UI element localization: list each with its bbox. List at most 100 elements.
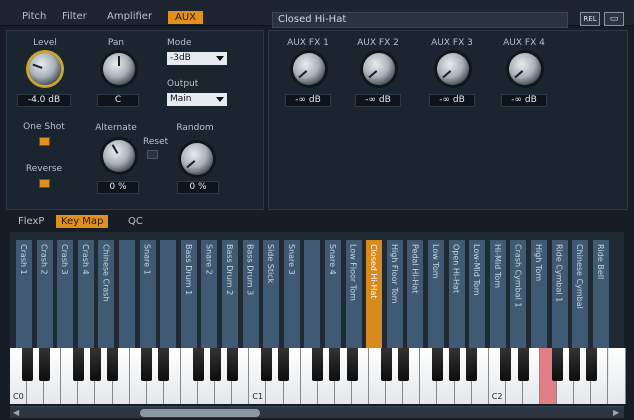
pan-knob[interactable]	[103, 53, 135, 85]
keymap-slot[interactable]: High Floor Tom	[386, 240, 403, 348]
black-key[interactable]	[397, 348, 409, 381]
black-key[interactable]	[72, 348, 84, 381]
aux-fx2-knob[interactable]	[363, 53, 395, 85]
black-key[interactable]	[466, 348, 478, 381]
tab-qc[interactable]: QC	[128, 215, 143, 228]
black-key[interactable]	[278, 348, 290, 381]
keymap-slot-label: Chinese Cymbal	[575, 244, 585, 309]
keymap-slot[interactable]: Low Floor Tom	[345, 240, 362, 348]
pan-value[interactable]: C	[97, 94, 139, 107]
black-key[interactable]	[141, 348, 153, 381]
mode-value: -3dB	[170, 53, 191, 63]
keymap-slot[interactable]: Low Tom	[428, 240, 444, 348]
aux-fx3-value[interactable]: -∞ dB	[429, 94, 475, 107]
keymap-slot[interactable]: Hi-Mid Tom	[489, 240, 506, 348]
keymap-slot[interactable]: High Tom	[531, 240, 547, 348]
keymap-slot[interactable]	[160, 240, 177, 348]
tab-aux[interactable]: AUX	[168, 11, 204, 24]
aux-fx3-knob[interactable]	[437, 53, 469, 85]
keymap-slot[interactable]: Snare 3	[283, 240, 300, 348]
mode-dropdown[interactable]: -3dB	[167, 52, 227, 65]
black-key[interactable]	[346, 348, 358, 381]
keymap-slot[interactable]: Crash 4	[77, 240, 94, 348]
white-key[interactable]	[608, 348, 626, 404]
keymap-slot[interactable]: Bass Drum 2	[222, 240, 238, 348]
keymap-slot[interactable]: Pedal Hi-Hat	[407, 240, 424, 348]
top-tab-bar: Pitch Filter Amplifier AUX Closed Hi-Hat…	[0, 0, 634, 28]
reset-button[interactable]	[147, 150, 158, 159]
random-knob[interactable]	[181, 143, 213, 175]
black-key[interactable]	[192, 348, 204, 381]
keymap-slot[interactable]: Ride Bell	[592, 240, 609, 348]
keymap-slot[interactable]: Low-Mid Tom	[469, 240, 486, 348]
keymap-slot-label: Side Stick	[266, 244, 276, 284]
black-key[interactable]	[568, 348, 580, 381]
keymap-slot[interactable]	[304, 240, 321, 348]
keymap-slot[interactable]: Crash Cymbal 1	[510, 240, 527, 348]
black-key[interactable]	[551, 348, 563, 381]
scroll-thumb[interactable]	[140, 409, 260, 417]
keymap-slot[interactable]: Bass Drum 1	[180, 240, 197, 348]
keymap-slot-label: Crash Cymbal 1	[513, 244, 523, 308]
keymap-slot-label: Snare 3	[286, 244, 296, 275]
black-key[interactable]	[38, 348, 50, 381]
aux-fx1-value[interactable]: -∞ dB	[285, 94, 331, 107]
black-key[interactable]	[585, 348, 597, 381]
aux-fx4-value[interactable]: -∞ dB	[501, 94, 547, 107]
preset-name[interactable]: Closed Hi-Hat	[272, 12, 568, 28]
scroll-left-icon[interactable]: ◀	[13, 409, 21, 417]
output-dropdown[interactable]: Main	[167, 93, 227, 106]
keymap-slot[interactable]: Side Stick	[263, 240, 280, 348]
black-key[interactable]	[261, 348, 272, 381]
keymap-slot-label: Crash 1	[19, 244, 28, 275]
black-key[interactable]	[312, 348, 324, 381]
aux-fx2-value[interactable]: -∞ dB	[355, 94, 401, 107]
black-key[interactable]	[226, 348, 238, 381]
keymap-slot-label: Pedal Hi-Hat	[410, 244, 420, 294]
keymap-slot[interactable]: Crash 3	[57, 240, 74, 348]
keymap-slot[interactable]: Bass Drum 3	[242, 240, 259, 348]
book-icon[interactable]: ▭	[604, 12, 624, 26]
rel-button[interactable]: REL	[580, 12, 600, 26]
aux-fx4-knob[interactable]	[509, 53, 541, 85]
black-key[interactable]	[432, 348, 443, 381]
alternate-knob[interactable]	[103, 140, 135, 172]
tab-flexp[interactable]: FlexP	[18, 215, 44, 228]
random-value[interactable]: 0 %	[177, 181, 219, 194]
tab-key-map[interactable]: Key Map	[56, 215, 109, 228]
level-knob[interactable]	[29, 53, 61, 85]
keymap-slot[interactable]: Open Hi-Hat	[448, 240, 465, 348]
keymap-slot[interactable]: Snare 1	[139, 240, 156, 348]
keymap-slot[interactable]: Chinese Crash	[98, 240, 115, 348]
keymap-slot[interactable]: Chinese Cymbal	[572, 240, 589, 348]
black-key[interactable]	[209, 348, 221, 381]
one-shot-toggle[interactable]	[39, 137, 50, 146]
black-key[interactable]	[107, 348, 119, 381]
level-value[interactable]: -4.0 dB	[17, 94, 71, 107]
aux-fx1-knob[interactable]	[293, 53, 325, 85]
black-key[interactable]	[329, 348, 341, 381]
tab-amplifier[interactable]: Amplifier	[107, 10, 152, 24]
main-panel: Level -4.0 dB Pan C Mode -3dB Output Mai…	[6, 30, 264, 210]
tab-filter[interactable]: Filter	[62, 10, 87, 24]
black-key[interactable]	[517, 348, 529, 381]
keymap-slot[interactable]: Ride Cymbal 1	[551, 240, 568, 348]
black-key[interactable]	[449, 348, 461, 381]
black-key[interactable]	[380, 348, 392, 381]
keymap-slot[interactable]: Closed Hi-Hat	[366, 240, 383, 348]
reverse-toggle[interactable]	[39, 179, 50, 188]
black-key[interactable]	[90, 348, 101, 381]
black-key[interactable]	[158, 348, 170, 381]
keymap-slot[interactable]: Crash 2	[36, 240, 53, 348]
scroll-right-icon[interactable]: ▶	[613, 409, 621, 417]
black-key[interactable]	[21, 348, 33, 381]
horizontal-scrollbar[interactable]: ◀ ▶	[10, 406, 624, 418]
keymap-slot[interactable]: Snare 2	[201, 240, 218, 348]
black-key[interactable]	[500, 348, 512, 381]
piano-keyboard[interactable]: C0 C1 C2	[10, 348, 626, 404]
keymap-slot[interactable]	[119, 240, 135, 348]
keymap-slot[interactable]: Snare 4	[325, 240, 341, 348]
tab-pitch[interactable]: Pitch	[22, 10, 46, 24]
alternate-value[interactable]: 0 %	[97, 181, 139, 194]
keymap-slot[interactable]: Crash 1	[16, 240, 32, 348]
